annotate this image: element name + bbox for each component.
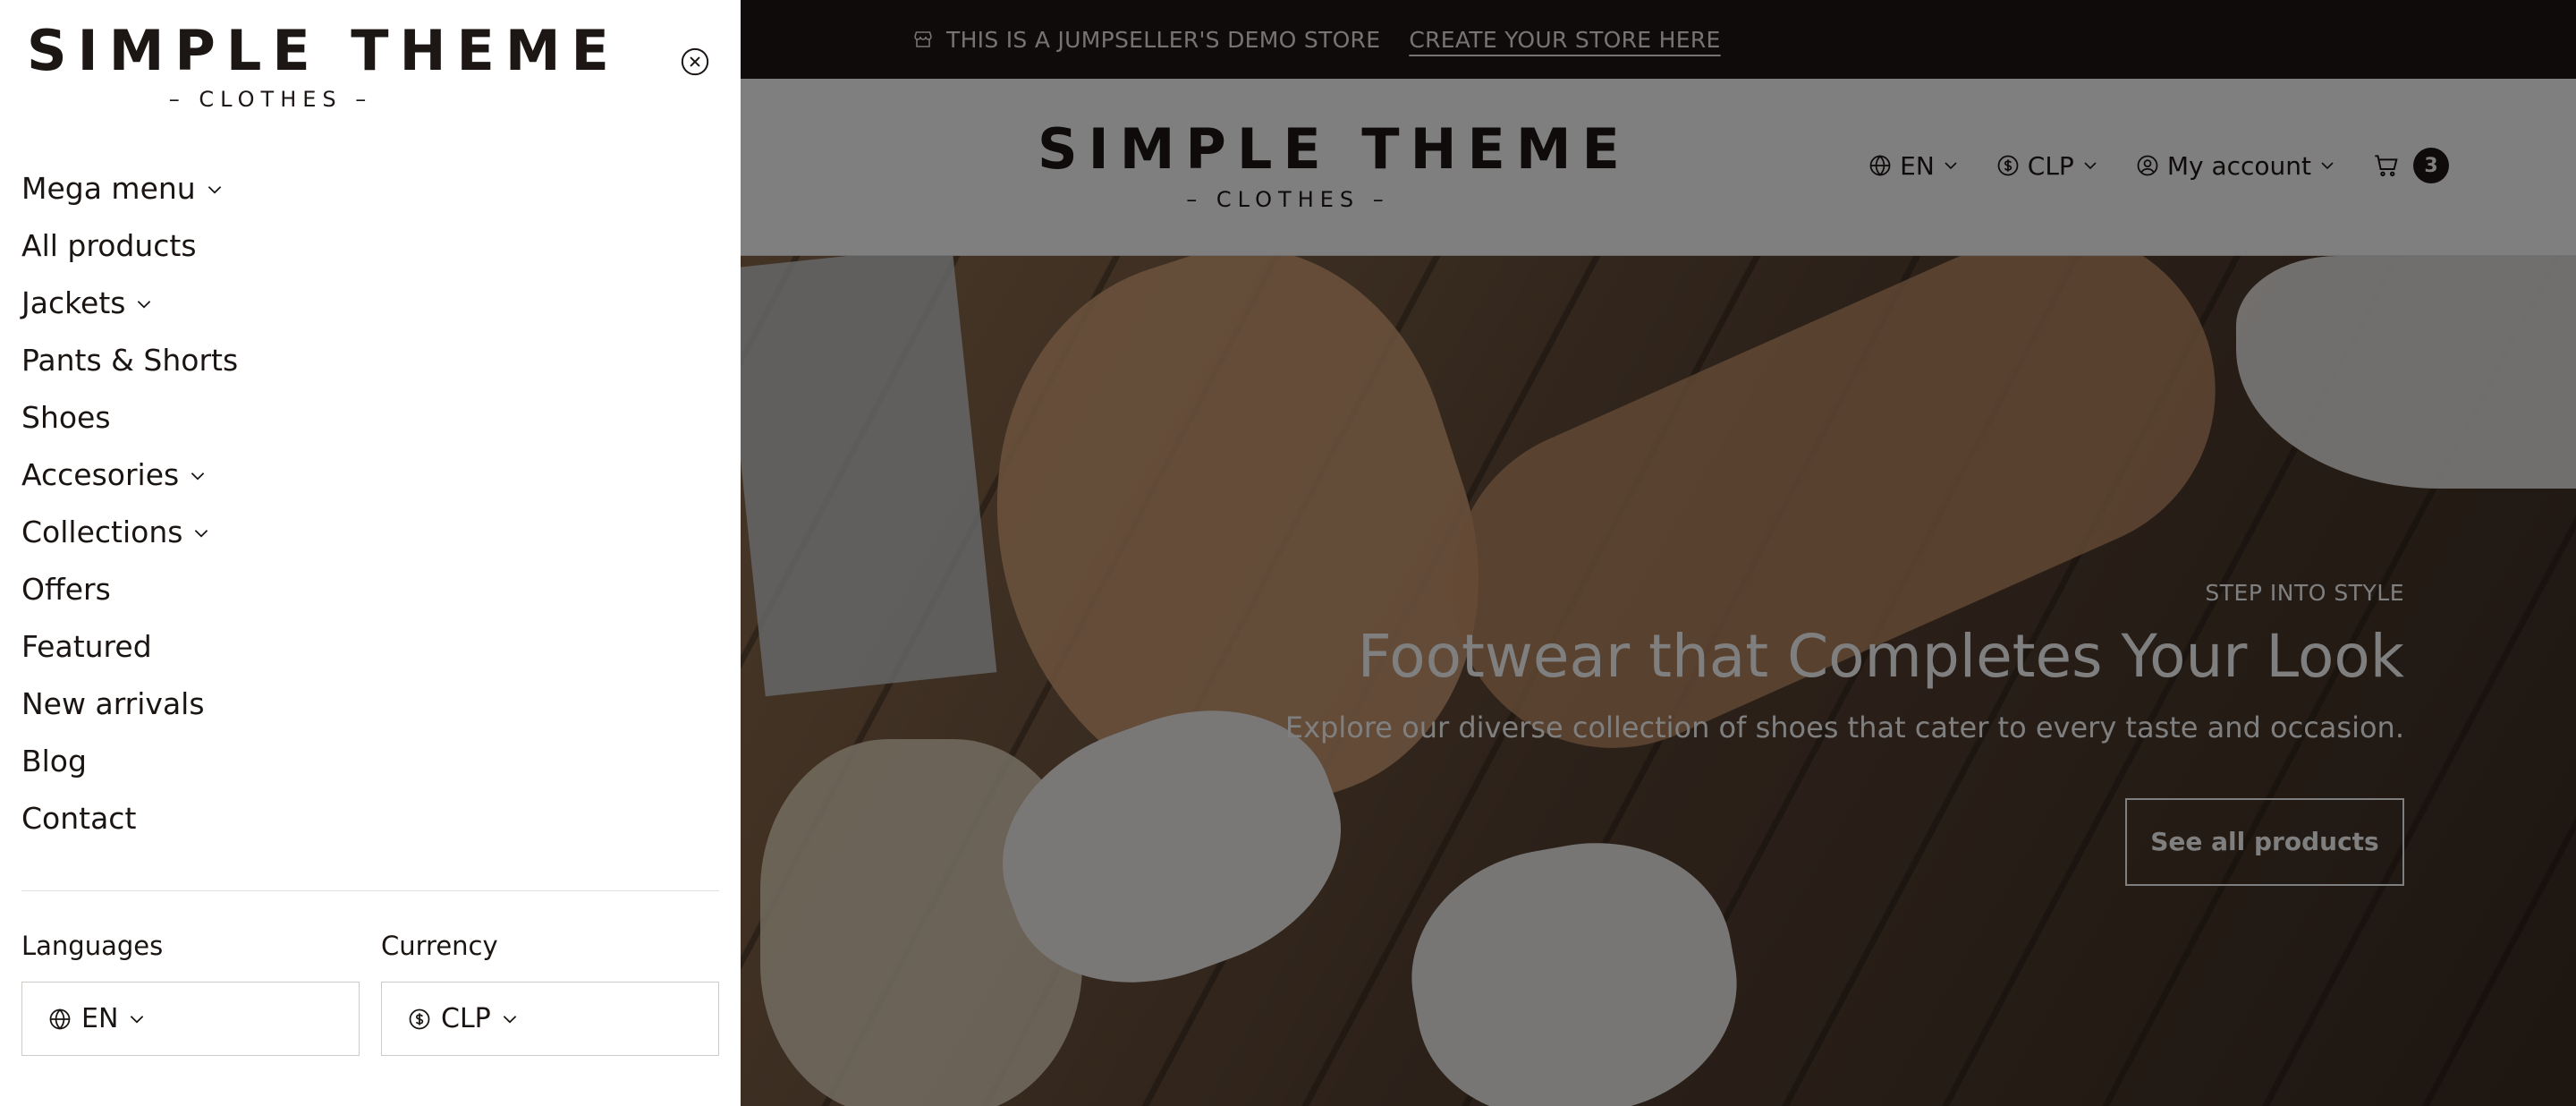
menu-item-jackets[interactable]: Jackets: [21, 274, 238, 331]
navigation-drawer: SIMPLE THEME – CLOTHES – Mega menu All pr…: [0, 0, 741, 1106]
menu-item-new-arrivals[interactable]: New arrivals: [21, 675, 238, 732]
language-select[interactable]: EN: [21, 982, 360, 1056]
menu-item-label: Offers: [21, 571, 111, 607]
menu-item-label: Jackets: [21, 285, 126, 320]
chevron-down-icon: [191, 520, 211, 543]
menu-item-contact[interactable]: Contact: [21, 789, 238, 847]
menu-item-collections[interactable]: Collections: [21, 503, 238, 560]
currency-label: Currency: [381, 931, 498, 961]
divider: [21, 890, 719, 891]
menu-item-label: Mega menu: [21, 170, 196, 206]
chevron-down-icon: [205, 176, 225, 200]
drawer-menu: Mega menu All products Jackets Pants & Shor…: [21, 159, 238, 847]
language-select-value: EN: [81, 1003, 119, 1034]
menu-item-label: Accesories: [21, 456, 180, 492]
menu-item-accesories[interactable]: Accesories: [21, 446, 238, 503]
currency-select[interactable]: CLP: [381, 982, 719, 1056]
menu-item-pants-shorts[interactable]: Pants & Shorts: [21, 331, 238, 388]
close-icon: [680, 47, 710, 77]
menu-item-label: New arrivals: [21, 685, 205, 721]
currency-select-value: CLP: [441, 1003, 491, 1034]
logo-title: SIMPLE THEME: [27, 18, 620, 83]
menu-item-offers[interactable]: Offers: [21, 560, 238, 617]
menu-item-label: Featured: [21, 628, 152, 664]
menu-item-label: Shoes: [21, 399, 111, 435]
menu-item-all-products[interactable]: All products: [21, 217, 238, 274]
chevron-down-icon: [188, 463, 208, 486]
languages-label: Languages: [21, 931, 164, 961]
close-drawer-button[interactable]: [680, 47, 710, 77]
menu-item-label: All products: [21, 227, 197, 263]
menu-item-label: Collections: [21, 514, 183, 549]
menu-item-label: Contact: [21, 800, 137, 836]
menu-item-label: Pants & Shorts: [21, 342, 239, 378]
menu-item-label: Blog: [21, 743, 87, 778]
menu-item-mega-menu[interactable]: Mega menu: [21, 159, 238, 217]
globe-icon: [47, 1007, 72, 1032]
menu-item-shoes[interactable]: Shoes: [21, 388, 238, 446]
chevron-down-icon: [500, 1009, 520, 1029]
logo-subtitle: – CLOTHES –: [168, 87, 373, 112]
currency-icon: [407, 1007, 432, 1032]
chevron-down-icon: [134, 291, 154, 314]
chevron-down-icon: [127, 1009, 147, 1029]
drawer-logo[interactable]: SIMPLE THEME – CLOTHES –: [27, 18, 620, 112]
menu-item-blog[interactable]: Blog: [21, 732, 238, 789]
menu-item-featured[interactable]: Featured: [21, 617, 238, 675]
